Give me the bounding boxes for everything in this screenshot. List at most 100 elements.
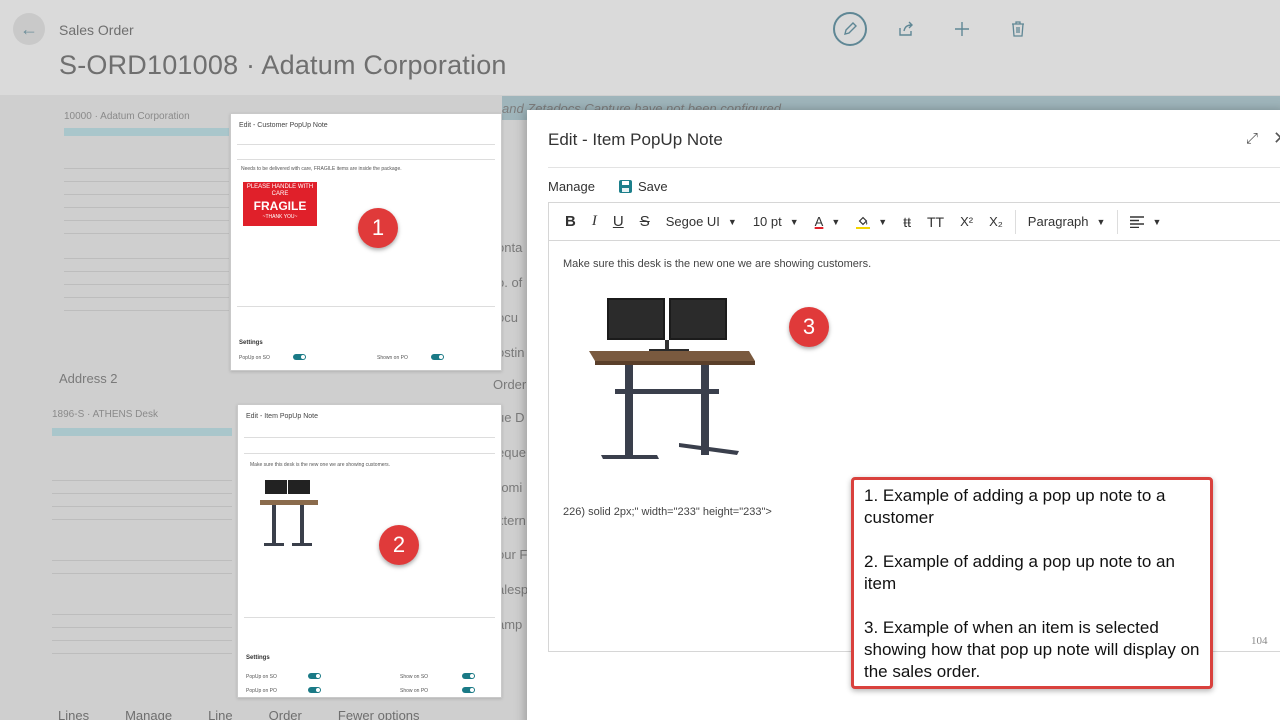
- callout-item-2: 2. Example of adding a pop up note to an…: [864, 552, 1175, 593]
- side-label: Order: [493, 377, 527, 392]
- item-card-title: 1896-S · ATHENS Desk: [52, 409, 158, 420]
- new-button[interactable]: [934, 12, 990, 46]
- tab-manage[interactable]: Manage: [125, 708, 172, 720]
- thumb2-title: Edit - Item PopUp Note: [246, 413, 318, 420]
- edit-button[interactable]: [822, 12, 878, 46]
- manage-menu[interactable]: Manage: [548, 179, 595, 194]
- page-actions: [822, 12, 1046, 46]
- dialog-title: Edit - Item PopUp Note: [548, 130, 723, 149]
- font-family-value: Segoe UI: [665, 214, 720, 229]
- align-select[interactable]: ▼: [1122, 203, 1169, 241]
- paragraph-select[interactable]: Paragraph ▼: [1020, 203, 1114, 241]
- desk-image: [589, 298, 755, 459]
- note-text: Make sure this desk is the new one we ar…: [563, 258, 872, 270]
- word-count: 104: [1251, 635, 1268, 647]
- page-header: ← Sales Order S-ORD101008 · Adatum Corpo…: [0, 0, 1280, 95]
- font-family-select[interactable]: Segoe UI ▼: [658, 203, 745, 241]
- item-card-fields: [52, 460, 232, 700]
- desk-thumbnail-image: [260, 480, 318, 546]
- decrease-size-icon[interactable]: ŧŧ: [895, 203, 919, 241]
- strikethrough-button[interactable]: S: [632, 203, 658, 241]
- lines-tabs: Lines Manage Line Order Fewer options: [58, 708, 420, 720]
- underline-button[interactable]: U: [605, 203, 632, 241]
- thumb1-toggle-label: PopUp on SO: [239, 355, 270, 361]
- toolbar-divider: [1014, 209, 1016, 234]
- save-icon: [618, 180, 632, 193]
- thumb2-toggle-label: Show on SO: [400, 674, 429, 680]
- subscript-button[interactable]: X₂: [981, 203, 1011, 241]
- badge-1: 1: [358, 208, 398, 248]
- thumb2-toggle[interactable]: [308, 673, 321, 679]
- chevron-down-icon: ▼: [1096, 216, 1106, 227]
- thumb1-toggle[interactable]: [431, 354, 444, 360]
- editor-toolbar: B I U S Segoe UI ▼ 10 pt ▼ A ▼ ▼ ŧŧ TT X² X…: [549, 203, 1280, 241]
- thumb1-toggle-label: Shown on PO: [377, 355, 408, 361]
- callout-item-3: 3. Example of when an item is selected s…: [864, 618, 1200, 681]
- thumb2-toggle-label: Show on PO: [400, 688, 429, 694]
- pencil-icon: [833, 12, 867, 46]
- share-button[interactable]: [878, 12, 934, 46]
- thumb1-settings: Settings: [239, 340, 263, 346]
- thumb2-text: Make sure this desk is the new one we ar…: [250, 462, 391, 468]
- font-color-button[interactable]: A ▼: [807, 203, 849, 241]
- superscript-button[interactable]: X²: [952, 203, 981, 241]
- tab-fewer-options[interactable]: Fewer options: [338, 708, 420, 720]
- chevron-down-icon: ▼: [878, 216, 888, 227]
- chevron-down-icon: ▼: [831, 216, 841, 227]
- badge-2: 2: [379, 525, 419, 565]
- fragile-main-text: FRAGILE: [253, 199, 307, 213]
- page-title: S-ORD101008 · Adatum Corporation: [59, 50, 507, 80]
- bold-button[interactable]: B: [557, 203, 584, 241]
- customer-card-title: 10000 · Adatum Corporation: [64, 111, 190, 122]
- thumb2-toggle-label: PopUp on SO: [246, 674, 277, 680]
- expand-icon[interactable]: ⤢: [1246, 130, 1258, 147]
- tab-line[interactable]: Line: [208, 708, 233, 720]
- item-card-banner: [52, 428, 232, 436]
- explanation-callout: 1. Example of adding a pop up note to a …: [851, 477, 1213, 689]
- thumb1-toggle[interactable]: [293, 354, 306, 360]
- fragile-top-text: PLEASE HANDLE WITH CARE: [246, 184, 314, 197]
- font-color-icon: A: [814, 214, 824, 229]
- italic-button[interactable]: I: [584, 203, 605, 241]
- callout-item-1: 1. Example of adding a pop up note to a …: [864, 486, 1166, 527]
- customer-card-fields: [64, 160, 229, 360]
- note-html-fragment: 226) solid 2px;" width="233" height="233…: [563, 506, 772, 518]
- dialog-divider: [548, 167, 1280, 168]
- thumb2-toggle[interactable]: [462, 687, 475, 693]
- tab-order[interactable]: Order: [269, 708, 302, 720]
- thumb1-title: Edit - Customer PopUp Note: [239, 122, 328, 129]
- thumb2-toggle[interactable]: [462, 673, 475, 679]
- fragile-sticker: PLEASE HANDLE WITH CARE FRAGILE ~THANK Y…: [243, 182, 317, 226]
- highlight-color-button[interactable]: ▼: [848, 203, 895, 241]
- paint-bucket-icon: [856, 216, 871, 229]
- address-2-label: Address 2: [59, 371, 118, 386]
- tab-lines[interactable]: Lines: [58, 708, 89, 720]
- close-icon[interactable]: ✕: [1273, 128, 1280, 149]
- page-caption: Sales Order: [59, 22, 134, 38]
- thumb2-toggle-label: PopUp on PO: [246, 688, 277, 694]
- increase-size-icon[interactable]: TT: [919, 203, 952, 241]
- font-size-select[interactable]: 10 pt ▼: [745, 203, 807, 241]
- trash-icon: [1012, 21, 1024, 37]
- thumb2-toggle[interactable]: [308, 687, 321, 693]
- share-icon: [899, 21, 913, 36]
- fragile-bottom-text: ~THANK YOU~: [262, 214, 298, 220]
- dialog-action-bar: Manage Save: [548, 179, 668, 194]
- customer-card-banner: [64, 128, 229, 136]
- thumb1-text: Needs to be delivered with care, FRAGILE…: [241, 166, 402, 172]
- item-popup-note-thumbnail: Edit - Item PopUp Note Make sure this de…: [237, 404, 502, 698]
- chevron-down-icon: ▼: [789, 216, 799, 227]
- chevron-down-icon: ▼: [727, 216, 737, 227]
- paragraph-value: Paragraph: [1027, 214, 1089, 229]
- back-button[interactable]: ←: [13, 13, 45, 45]
- thumb2-settings: Settings: [246, 655, 270, 661]
- arrow-left-icon: ←: [20, 18, 38, 39]
- align-left-icon: [1130, 215, 1145, 228]
- badge-3: 3: [789, 307, 829, 347]
- plus-icon: [955, 22, 969, 36]
- delete-button[interactable]: [990, 12, 1046, 46]
- save-label: Save: [637, 179, 668, 194]
- save-button[interactable]: Save: [618, 179, 668, 194]
- chevron-down-icon: ▼: [1152, 216, 1162, 227]
- toolbar-divider: [1117, 209, 1119, 234]
